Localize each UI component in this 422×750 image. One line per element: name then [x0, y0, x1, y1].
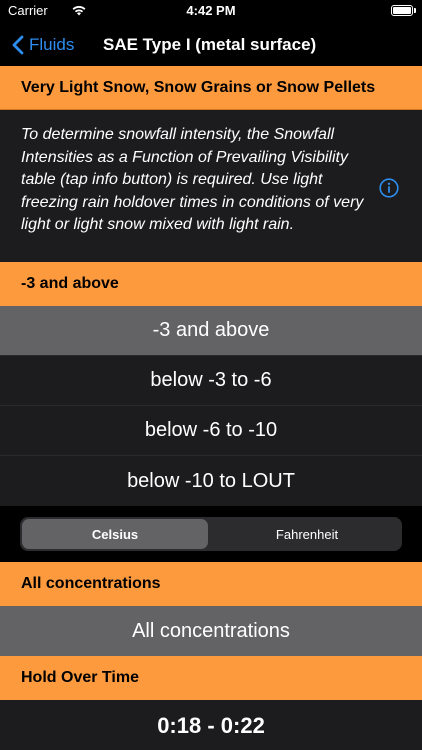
temperature-option-1[interactable]: -3 and above — [0, 306, 422, 356]
info-icon[interactable] — [379, 178, 399, 198]
holdover-time-panel: 0:18 - 0:22 — [0, 700, 422, 750]
temperature-option-3[interactable]: below -6 to -10 — [0, 406, 422, 456]
navigation-bar: Fluids SAE Type I (metal surface) — [0, 22, 422, 66]
concentration-option[interactable]: All concentrations — [0, 606, 422, 656]
precipitation-header: Very Light Snow, Snow Grains or Snow Pel… — [0, 66, 422, 110]
status-bar: Carrier 4:42 PM — [0, 0, 422, 22]
units-segmented-control: Celsius Fahrenheit — [20, 517, 402, 551]
battery-icon — [391, 5, 413, 16]
battery-tip — [414, 8, 416, 13]
chevron-left-icon — [12, 35, 24, 55]
info-panel: To determine snowfall intensity, the Sno… — [0, 110, 422, 262]
fahrenheit-segment[interactable]: Fahrenheit — [214, 519, 400, 549]
temperature-option-2[interactable]: below -3 to -6 — [0, 356, 422, 406]
temperature-header: -3 and above — [0, 262, 422, 306]
back-button-label: Fluids — [29, 35, 75, 54]
info-text: To determine snowfall intensity, the Sno… — [21, 126, 364, 233]
holdover-time-header: Hold Over Time — [0, 656, 422, 700]
status-time: 4:42 PM — [186, 3, 236, 18]
temperature-option-4[interactable]: below -10 to LOUT — [0, 456, 422, 506]
celsius-segment[interactable]: Celsius — [22, 519, 208, 549]
units-control-container: Celsius Fahrenheit — [0, 506, 422, 562]
holdover-time-value: 0:18 - 0:22 — [157, 713, 265, 738]
concentration-header: All concentrations — [0, 562, 422, 606]
page-title: SAE Type I (metal surface) — [103, 35, 317, 54]
back-button[interactable]: Fluids — [12, 34, 74, 56]
